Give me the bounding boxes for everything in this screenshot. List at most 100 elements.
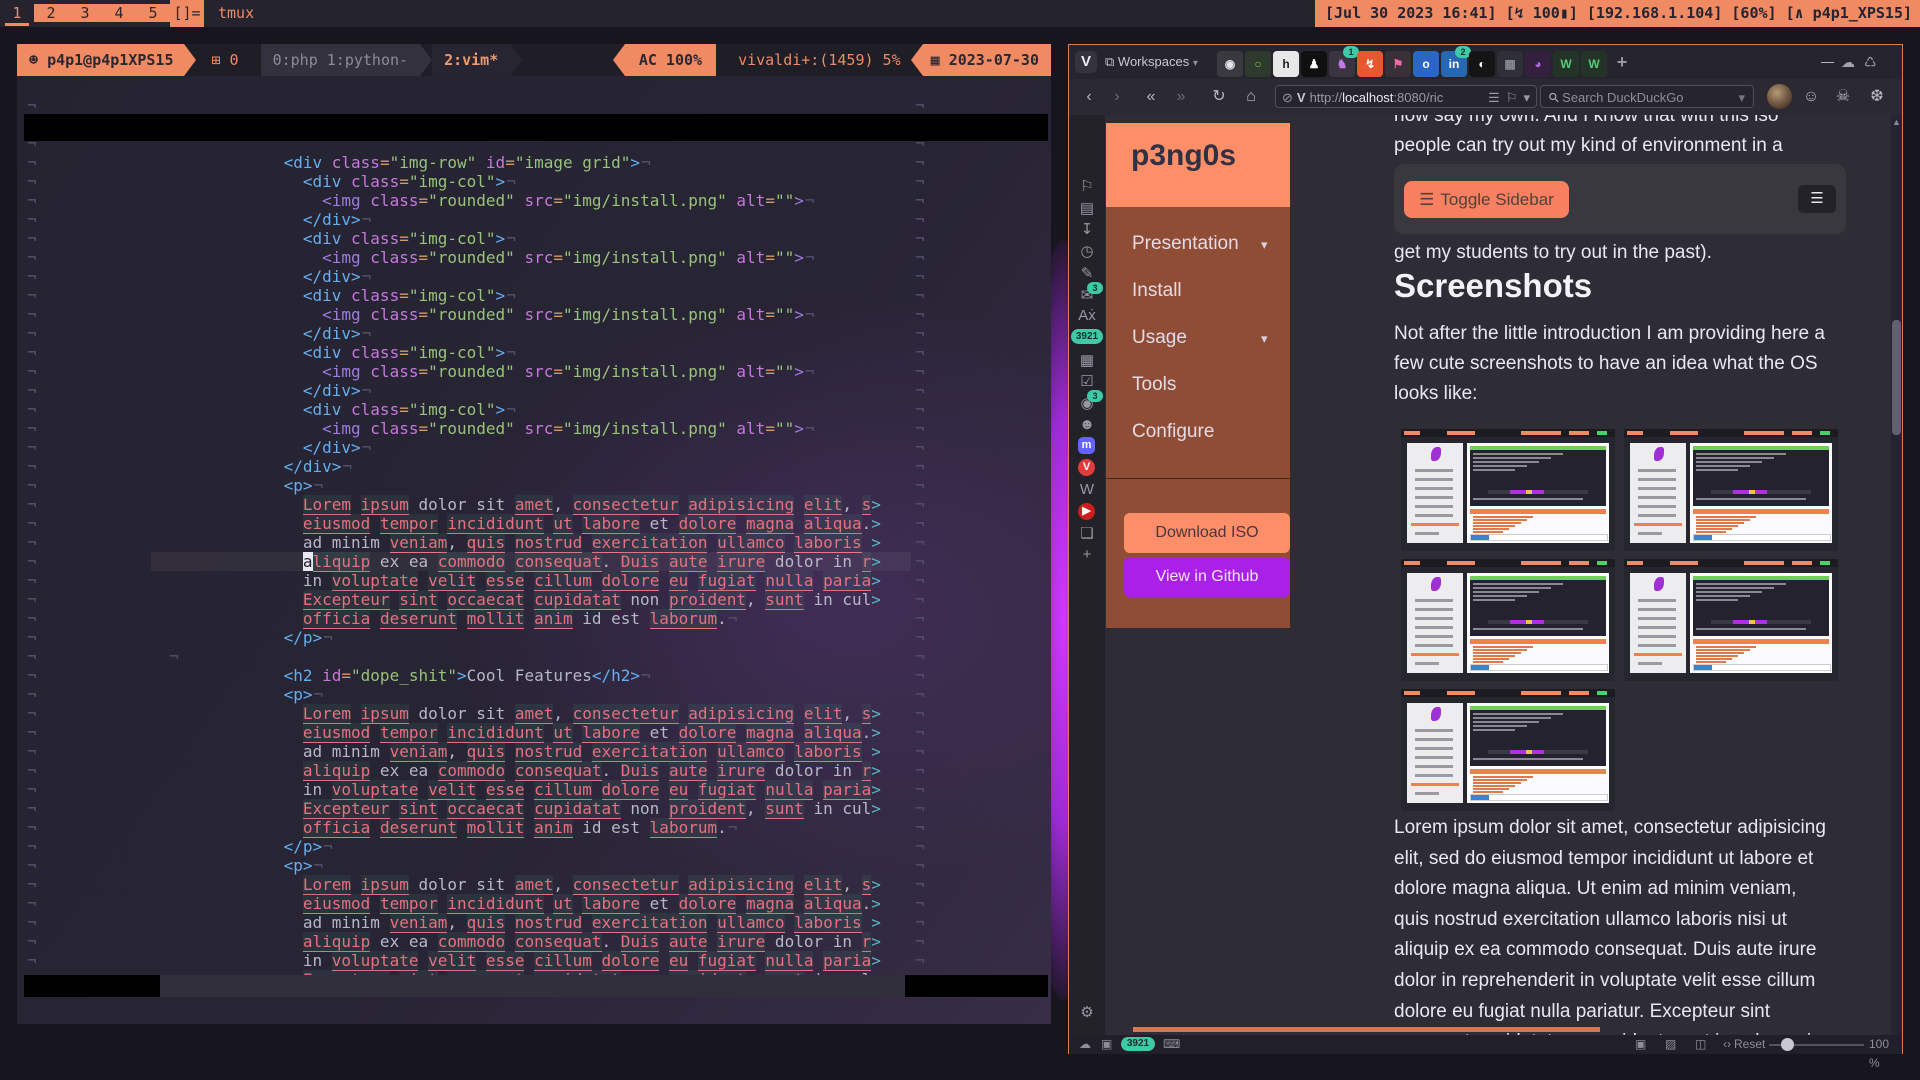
bookmark-flag-icon[interactable]: ⚐ xyxy=(1506,86,1518,108)
menu-button[interactable]: ☰ xyxy=(1798,185,1836,213)
images-toggle-icon[interactable]: ▨ xyxy=(1665,1035,1676,1054)
reload-button[interactable]: ↻ xyxy=(1207,79,1231,115)
scrollbar-up-arrow[interactable]: ▲ xyxy=(1892,117,1901,127)
pinned-tab-chess-site-icon[interactable]: ♟ xyxy=(1301,51,1327,77)
vim-editor[interactable]: ¬¬¬¬¬¬¬¬¬¬¬¬¬¬¬¬¬¬¬¬¬¬¬¬¬¬¬¬¬¬¬¬¬¬¬¬¬¬¬¬… xyxy=(17,76,1051,1024)
capture-icon[interactable]: ▣ xyxy=(1635,1035,1646,1054)
trash-icon[interactable]: ♺ xyxy=(1864,49,1877,75)
pinned-tab-strip[interactable]: ◉○h♟♞1↯⚑oin2◐▦◕WW+ xyxy=(1217,49,1637,75)
vim-code-line: in voluptate velit esse cillum dolore eu… xyxy=(168,951,881,970)
extensions-puzzle-icon[interactable]: ❆ xyxy=(1865,79,1889,115)
youtube-icon[interactable]: ▶ xyxy=(1078,503,1095,520)
file-icon[interactable]: ❏ xyxy=(1069,524,1105,542)
view-in-github-button[interactable]: View in Github xyxy=(1124,557,1290,597)
back-button[interactable]: ‹ xyxy=(1077,79,1101,115)
window-minimize-button[interactable]: — xyxy=(1821,49,1834,75)
address-bar[interactable]: ⊘Vhttp://localhost:8080/ric ▾ ⚐ ☰ xyxy=(1275,85,1537,108)
screenshot-thumbnail-5[interactable] xyxy=(1401,689,1615,811)
reader-view-icon[interactable]: ☰ xyxy=(1488,86,1500,108)
page-scrollbar[interactable]: ▲ xyxy=(1891,115,1902,1035)
workspace-tab-1[interactable]: 1 xyxy=(0,0,34,27)
settings-gear-icon[interactable]: ⚙ xyxy=(1069,1003,1105,1021)
sidebar-item-tools[interactable]: Tools xyxy=(1132,374,1176,396)
screenshot-thumbnail-4[interactable] xyxy=(1624,559,1838,681)
translate-icon[interactable]: Aẋ xyxy=(1069,307,1105,324)
vivaldi-browser-window[interactable]: V ⧉ Workspaces ▾ ◉○h♟♞1↯⚑oin2◐▦◕WW+ ☁ ♺ … xyxy=(1068,44,1903,1054)
workspace-tab-3[interactable]: 3 xyxy=(68,0,102,27)
vim-code-line: in voluptate velit esse cillum dolore eu… xyxy=(168,571,881,590)
sidebar-item-presentation[interactable]: Presentation xyxy=(1132,233,1239,255)
wikipedia-icon[interactable]: W xyxy=(1069,481,1105,498)
adblock-skull-icon[interactable]: ☠ xyxy=(1831,79,1855,115)
pinned-tab-pink-app-icon[interactable]: ⚑ xyxy=(1385,51,1411,77)
pinned-tab-whatsapp-1-icon[interactable]: W xyxy=(1553,51,1579,77)
pinned-tab-h-site-icon[interactable]: h xyxy=(1273,51,1299,77)
search-engine-chevron-icon[interactable]: ▾ xyxy=(1738,86,1745,109)
downloads-icon[interactable]: ↧ xyxy=(1069,220,1105,238)
workspace-tab-2[interactable]: 2 xyxy=(34,0,68,27)
zoom-reset-label[interactable]: Reset xyxy=(1734,1035,1765,1054)
vivaldi-logo-icon[interactable]: V xyxy=(1075,51,1097,73)
workspace-tab-4[interactable]: 4 xyxy=(102,0,136,27)
mastodon-icon[interactable]: m xyxy=(1078,437,1095,454)
sidebar-item-install[interactable]: Install xyxy=(1132,280,1182,302)
workspace-tabs[interactable]: 2345 xyxy=(34,4,170,22)
sync-icon[interactable]: ☁ xyxy=(1841,49,1855,75)
mail-check-icon[interactable]: ▣ xyxy=(1101,1035,1112,1054)
pinned-tab-outlook-icon[interactable]: o xyxy=(1413,51,1439,77)
screenshot-thumbnail-1[interactable] xyxy=(1401,429,1615,551)
add-panel-icon[interactable]: + xyxy=(1069,546,1105,563)
scrollbar-thumb[interactable] xyxy=(1892,320,1901,435)
vim-code-line: <p>¬ xyxy=(168,476,323,495)
pinned-tab-github-icon[interactable]: ◉ xyxy=(1217,51,1243,77)
pinned-tab-medium-icon[interactable]: ◐ xyxy=(1469,51,1495,77)
reading-list-icon[interactable]: ▤ xyxy=(1069,199,1105,217)
tmux-current-window[interactable]: 2:vim* xyxy=(432,44,510,76)
pinned-tab-purple-app-icon[interactable]: ♞1 xyxy=(1329,51,1355,77)
fast-forward-button[interactable]: » xyxy=(1169,79,1193,115)
screenshot-thumbnail-3[interactable] xyxy=(1401,559,1615,681)
tiling-icon[interactable]: ◫ xyxy=(1695,1035,1706,1054)
profile-face-icon[interactable]: ☺ xyxy=(1799,79,1823,115)
workspace-tab-5[interactable]: 5 xyxy=(136,0,170,27)
sidebar-item-configure[interactable]: Configure xyxy=(1132,421,1214,443)
workspaces-button[interactable]: ⧉ Workspaces ▾ xyxy=(1105,50,1198,74)
contacts-icon[interactable]: ☻ xyxy=(1069,416,1105,433)
dropdown-chevron-icon[interactable]: ▾ xyxy=(1523,86,1530,108)
forward-button[interactable]: › xyxy=(1105,79,1129,115)
calendar-icon[interactable]: ▦ xyxy=(1069,351,1105,369)
rewind-button[interactable]: « xyxy=(1139,79,1163,115)
toggle-sidebar-button[interactable]: ☰Toggle Sidebar xyxy=(1404,181,1569,218)
feeds-icon[interactable]: ◉3 xyxy=(1069,394,1105,412)
mail-count-badge[interactable]: 3921 xyxy=(1071,329,1103,344)
right-split-eol-mark: ¬ xyxy=(915,229,925,248)
tmux-window-list[interactable]: 0:php 1:python- xyxy=(261,44,420,76)
terminal-window[interactable]: ☻ p4p1@p4p1XPS15⊞ 00:php 1:python-2:vim*… xyxy=(17,44,1051,1024)
new-tab-button[interactable]: + xyxy=(1609,49,1635,75)
bookmarks-icon[interactable]: ⚐ xyxy=(1069,177,1105,195)
sidebar-item-usage[interactable]: Usage xyxy=(1132,327,1187,349)
tasks-icon[interactable]: ☑ xyxy=(1069,372,1105,390)
zoom-slider-knob[interactable] xyxy=(1781,1038,1794,1051)
vivaldi-panel-icon[interactable]: V xyxy=(1078,459,1095,476)
sync-cloud-icon[interactable]: ☁ xyxy=(1079,1035,1091,1054)
screenshot-thumbnail-2[interactable] xyxy=(1624,429,1838,551)
pinned-tab-whatsapp-2-icon[interactable]: W xyxy=(1581,51,1607,77)
pinned-tab-hexagon-app-icon[interactable]: ○ xyxy=(1245,51,1271,77)
vivaldi-side-panel[interactable]: ⚐ ▤ ↧ ◷ ✎ ✉3 Aẋ 3921 ▦ ☑ ◉3 ☻ mVW ▶ ❏ + ⚙ xyxy=(1069,115,1105,1035)
keyboard-icon[interactable]: ⌨ xyxy=(1163,1035,1180,1054)
vim-code-line: <img class="rounded" src="img/install.pn… xyxy=(168,362,815,381)
search-field[interactable]: ⚲ Search DuckDuckGo ▾ xyxy=(1540,85,1754,108)
profile-avatar[interactable] xyxy=(1767,84,1792,109)
mail-icon[interactable]: ✉3 xyxy=(1069,286,1105,304)
history-icon[interactable]: ◷ xyxy=(1069,242,1105,260)
home-button[interactable]: ⌂ xyxy=(1239,79,1263,115)
pinned-tab-linkedin-icon[interactable]: in2 xyxy=(1441,51,1467,77)
pinned-tab-grid-app-icon[interactable]: ▦ xyxy=(1497,51,1523,77)
download-iso-button[interactable]: Download ISO xyxy=(1124,513,1290,553)
shield-blocked-icon[interactable]: ⊘ xyxy=(1282,90,1293,105)
page-actions-icon[interactable]: ‹› xyxy=(1723,1035,1731,1054)
pinned-tab-purple-circle-app-icon[interactable]: ◕ xyxy=(1525,51,1551,77)
notes-icon[interactable]: ✎ xyxy=(1069,264,1105,282)
pinned-tab-bolt-app-icon[interactable]: ↯ xyxy=(1357,51,1383,77)
